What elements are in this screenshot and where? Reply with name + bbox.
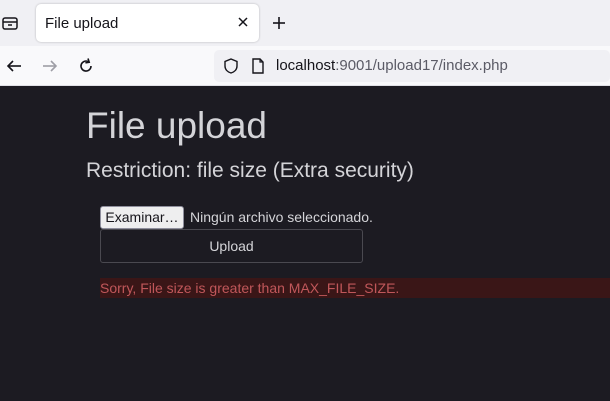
tab-bar: File upload [0, 0, 610, 46]
url-host: localhost [276, 57, 336, 74]
shield-icon[interactable] [222, 57, 240, 75]
navigation-bar: localhost:9001/upload17/index.php [0, 46, 610, 86]
back-arrow-icon[interactable] [4, 56, 24, 76]
file-status-text: Ningún archivo seleccionado. [190, 209, 373, 225]
tab-title: File upload [45, 15, 119, 32]
browser-tab[interactable]: File upload [36, 4, 259, 42]
page-subtitle: Restriction: file size (Extra security) [86, 159, 414, 182]
page-content: File upload Restriction: file size (Extr… [0, 87, 610, 401]
url-text[interactable]: localhost:9001/upload17/index.php [276, 57, 508, 74]
page-title: File upload [86, 105, 268, 146]
plus-icon[interactable] [270, 14, 288, 32]
error-message: Sorry, File size is greater than MAX_FIL… [100, 280, 400, 296]
reload-icon[interactable] [76, 56, 96, 76]
browse-file-button[interactable]: Examinar… [100, 206, 184, 229]
url-bar[interactable]: localhost:9001/upload17/index.php [214, 50, 610, 82]
close-icon[interactable] [235, 14, 251, 30]
tab-list-icon[interactable] [0, 13, 20, 33]
url-path: :9001/upload17/index.php [335, 57, 508, 74]
page-icon[interactable] [250, 57, 266, 75]
forward-arrow-icon[interactable] [40, 56, 60, 76]
upload-button[interactable]: Upload [100, 229, 363, 263]
error-alert: Sorry, File size is greater than MAX_FIL… [100, 278, 610, 298]
